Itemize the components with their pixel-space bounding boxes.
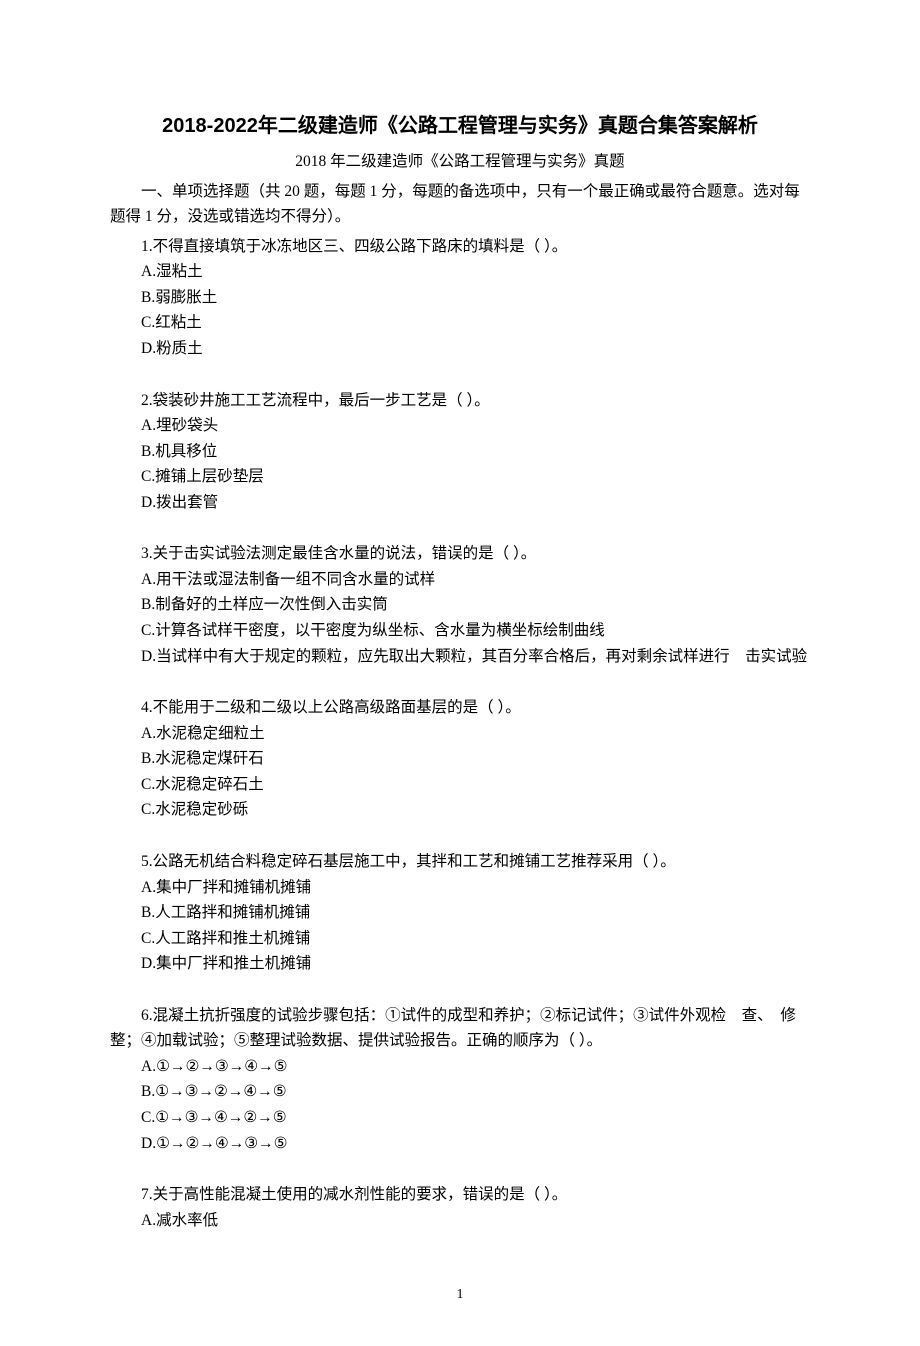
question-text: 1.不得直接填筑于冰冻地区三、四级公路下路床的填料是（ ）。: [110, 234, 810, 260]
option-d: D.集中厂拌和推土机摊铺: [110, 951, 810, 977]
option-b: B.机具移位: [110, 439, 810, 465]
option-a: A.湿粘土: [110, 259, 810, 285]
option-c: C.水泥稳定碎石土: [110, 772, 810, 798]
option-b: B.弱膨胀土: [110, 285, 810, 311]
question-1: 1.不得直接填筑于冰冻地区三、四级公路下路床的填料是（ ）。 A.湿粘土 B.弱…: [110, 234, 810, 362]
option-c: C.①→③→④→②→⑤: [110, 1105, 810, 1131]
option-b: B.①→③→②→④→⑤: [110, 1079, 810, 1105]
section-header: 一、单项选择题（共 20 题，每题 1 分，每题的备选项中，只有一个最正确或最符…: [110, 179, 810, 230]
question-text: 4.不能用于二级和二级以上公路高级路面基层的是（ ）。: [110, 695, 810, 721]
document-title: 2018-2022年二级建造师《公路工程管理与实务》真题合集答案解析: [110, 110, 810, 143]
option-a: A.埋砂袋头: [110, 413, 810, 439]
question-7: 7.关于高性能混凝土使用的减水剂性能的要求，错误的是（ ）。 A.减水率低: [110, 1182, 810, 1233]
option-d: C.水泥稳定砂砾: [110, 797, 810, 823]
option-d: D.拨出套管: [110, 490, 810, 516]
option-a: A.①→②→③→④→⑤: [110, 1054, 810, 1080]
option-a: A.减水率低: [110, 1208, 810, 1234]
question-2: 2.袋装砂井施工工艺流程中，最后一步工艺是（ ）。 A.埋砂袋头 B.机具移位 …: [110, 388, 810, 516]
page-number: 1: [110, 1283, 810, 1306]
question-5: 5.公路无机结合料稳定碎石基层施工中，其拌和工艺和摊铺工艺推荐采用（ ）。 A.…: [110, 849, 810, 977]
question-text: 2.袋装砂井施工工艺流程中，最后一步工艺是（ ）。: [110, 388, 810, 414]
option-c: C.计算各试样干密度，以干密度为纵坐标、含水量为横坐标绘制曲线: [110, 618, 810, 644]
option-b: B.人工路拌和摊铺机摊铺: [110, 900, 810, 926]
option-b: B.水泥稳定煤矸石: [110, 746, 810, 772]
document-subtitle: 2018 年二级建造师《公路工程管理与实务》真题: [110, 149, 810, 175]
option-d: D.①→②→④→③→⑤: [110, 1131, 810, 1157]
option-c: C.人工路拌和推土机摊铺: [110, 926, 810, 952]
option-d: D.粉质土: [110, 336, 810, 362]
option-d: D.当试样中有大于规定的颗粒，应先取出大颗粒，其百分率合格后，再对剩余试样进行 …: [110, 644, 810, 670]
question-text: 6.混凝土抗折强度的试验步骤包括：①试件的成型和养护；②标记试件；③试件外观检 …: [110, 1003, 810, 1054]
option-c: C.红粘土: [110, 310, 810, 336]
question-text: 7.关于高性能混凝土使用的减水剂性能的要求，错误的是（ ）。: [110, 1182, 810, 1208]
option-b: B.制备好的土样应一次性倒入击实筒: [110, 592, 810, 618]
question-text: 3.关于击实试验法测定最佳含水量的说法，错误的是（ ）。: [110, 541, 810, 567]
question-3: 3.关于击实试验法测定最佳含水量的说法，错误的是（ ）。 A.用干法或湿法制备一…: [110, 541, 810, 669]
option-c: C.摊铺上层砂垫层: [110, 464, 810, 490]
option-a: A.水泥稳定细粒土: [110, 721, 810, 747]
question-text: 5.公路无机结合料稳定碎石基层施工中，其拌和工艺和摊铺工艺推荐采用（ ）。: [110, 849, 810, 875]
option-a: A.用干法或湿法制备一组不同含水量的试样: [110, 567, 810, 593]
question-4: 4.不能用于二级和二级以上公路高级路面基层的是（ ）。 A.水泥稳定细粒土 B.…: [110, 695, 810, 823]
option-a: A.集中厂拌和摊铺机摊铺: [110, 875, 810, 901]
question-6: 6.混凝土抗折强度的试验步骤包括：①试件的成型和养护；②标记试件；③试件外观检 …: [110, 1003, 810, 1156]
